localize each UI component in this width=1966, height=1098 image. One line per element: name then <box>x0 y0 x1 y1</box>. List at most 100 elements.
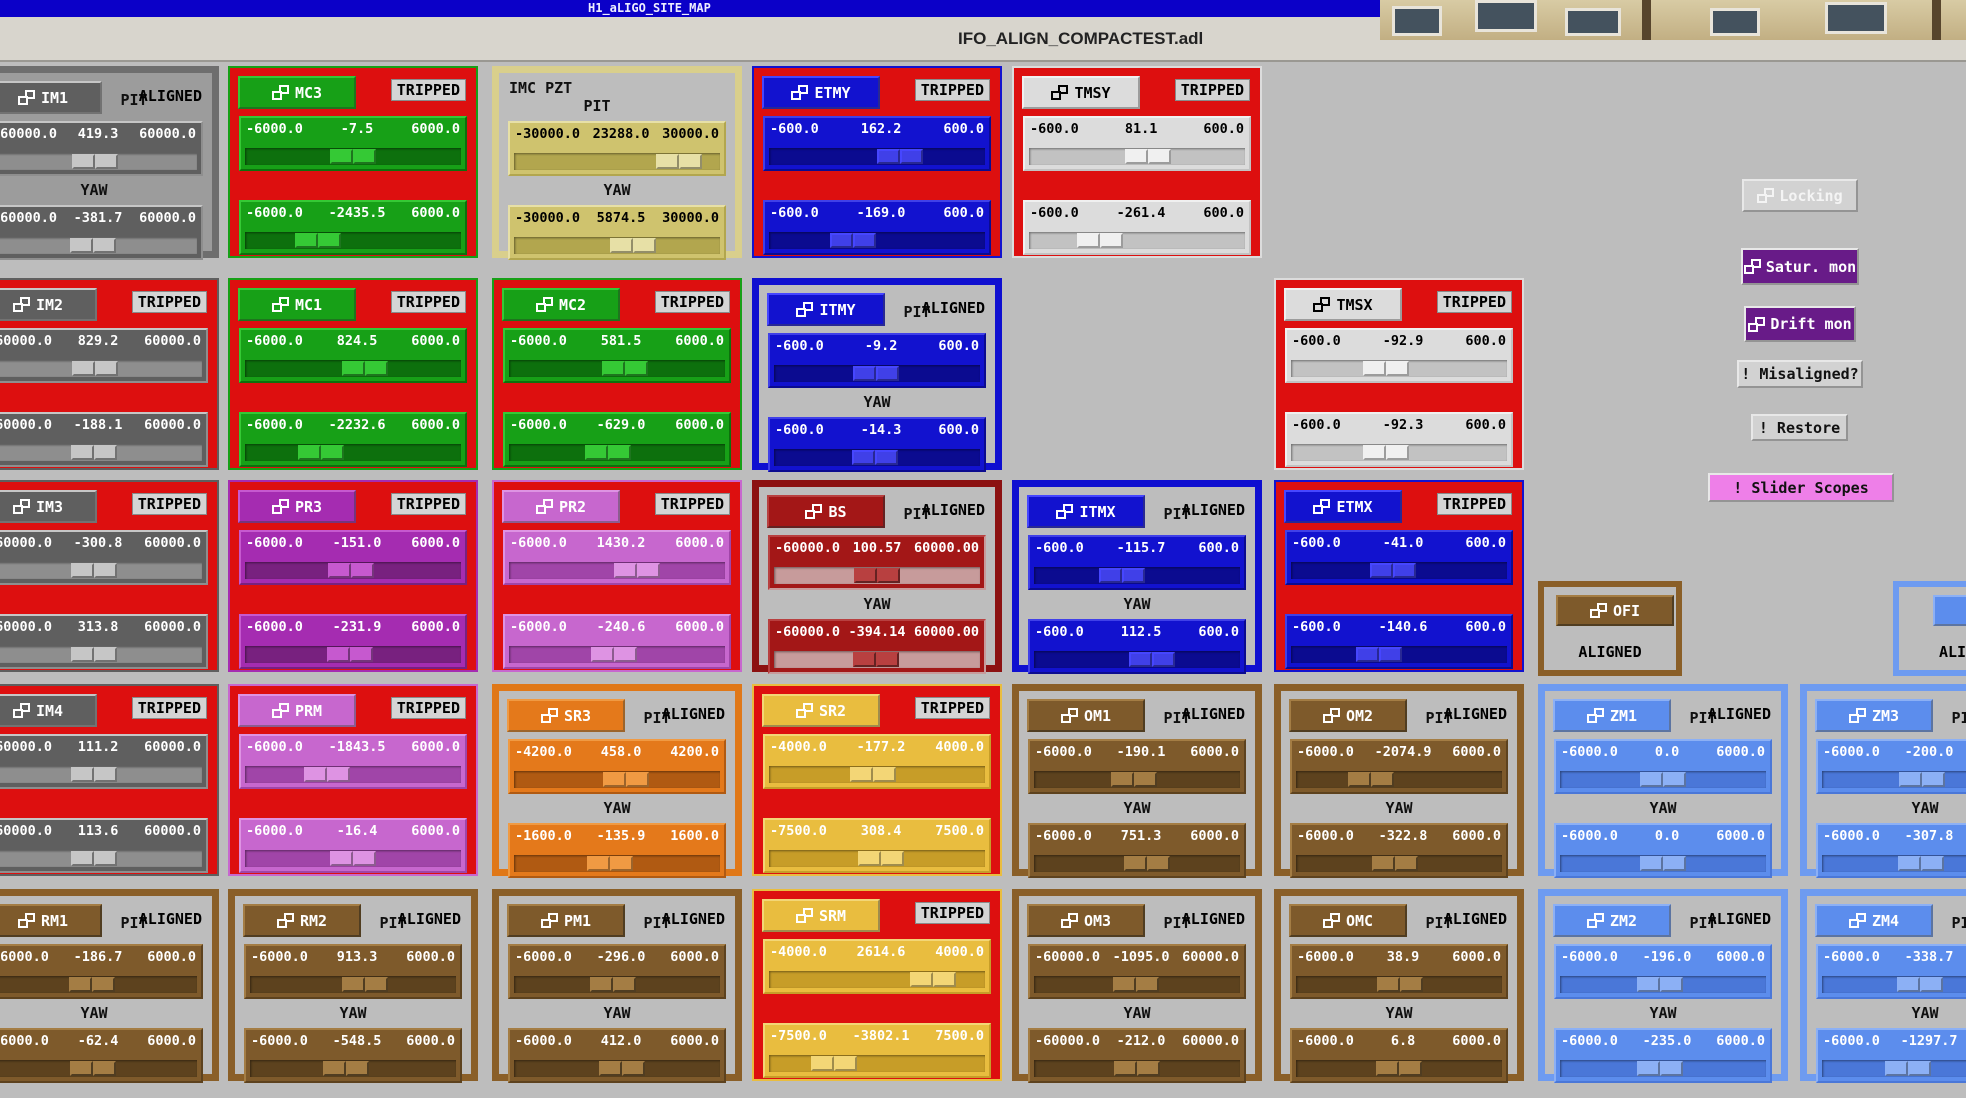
zm1-yaw-slider[interactable]: -6000.00.06000.0 <box>1554 823 1772 878</box>
pr3-button[interactable]: PR3 <box>238 490 356 523</box>
zm4-button[interactable]: ZM4 <box>1815 904 1933 937</box>
slider-track[interactable] <box>0 360 202 377</box>
pr2-yaw-slider[interactable]: -6000.0-240.66000.0 <box>503 614 731 669</box>
om3-yaw-slider[interactable]: -60000.0-212.060000.0 <box>1028 1028 1246 1083</box>
zm4-pit-slider[interactable]: -6000.0-338.76000.0 <box>1816 944 1966 999</box>
slider-handle[interactable] <box>1376 1061 1422 1076</box>
tmsy-pit-slider[interactable]: -600.081.1600.0 <box>1023 116 1251 171</box>
mc3-button[interactable]: MC3 <box>238 76 356 109</box>
slider-handle[interactable] <box>1363 361 1409 376</box>
slider-track[interactable] <box>769 232 985 249</box>
slider-track[interactable] <box>514 237 720 254</box>
slider-handle[interactable] <box>1640 772 1686 787</box>
im1-button[interactable]: IM1 <box>0 81 102 114</box>
slider-handle[interactable] <box>591 647 637 662</box>
slider-handle[interactable] <box>330 851 376 866</box>
slider-track[interactable] <box>509 646 725 663</box>
slider-handle[interactable] <box>1372 856 1418 871</box>
slider-track[interactable] <box>0 153 197 170</box>
pr3-yaw-slider[interactable]: -6000.0-231.96000.0 <box>239 614 467 669</box>
im1-pit-slider[interactable]: -60000.0419.360000.0 <box>0 121 203 176</box>
om1-button[interactable]: OM1 <box>1027 699 1145 732</box>
etmy-yaw-slider[interactable]: -600.0-169.0600.0 <box>763 200 991 255</box>
sr3-button[interactable]: SR3 <box>507 699 625 732</box>
mc3-yaw-slider[interactable]: -6000.0-2435.56000.0 <box>239 200 467 255</box>
slider-handle[interactable] <box>910 972 956 987</box>
rm2-yaw-slider[interactable]: -6000.0-548.56000.0 <box>244 1028 462 1083</box>
slider-track[interactable] <box>1291 646 1507 663</box>
slider-handle[interactable] <box>1125 149 1171 164</box>
slider-handle[interactable] <box>69 977 115 992</box>
slider-handle[interactable] <box>71 851 117 866</box>
bs-pit-slider[interactable]: -60000.0100.5760000.00 <box>768 535 986 590</box>
pr2-pit-slider[interactable]: -6000.01430.26000.0 <box>503 530 731 585</box>
zm3-yaw-slider[interactable]: -6000.0-307.86000.0 <box>1816 823 1966 878</box>
slider-handle[interactable] <box>830 233 876 248</box>
slider-track[interactable] <box>769 971 985 988</box>
slider-track[interactable] <box>245 360 461 377</box>
mc2-yaw-slider[interactable]: -6000.0-629.06000.0 <box>503 412 731 467</box>
slider-track[interactable] <box>514 855 720 872</box>
slider-track[interactable] <box>0 976 197 993</box>
mc2-pit-slider[interactable]: -6000.0581.56000.0 <box>503 328 731 383</box>
pr3-pit-slider[interactable]: -6000.0-151.06000.0 <box>239 530 467 585</box>
slider-handle[interactable] <box>298 445 344 460</box>
drift-mon-button[interactable]: Drift mon <box>1744 306 1856 342</box>
slider-handle[interactable] <box>295 233 341 248</box>
imc-pzt-yaw-slider[interactable]: -30000.05874.530000.0 <box>508 205 726 260</box>
slider-handle[interactable] <box>323 1061 369 1076</box>
slider-handle[interactable] <box>1637 977 1683 992</box>
slider-track[interactable] <box>769 148 985 165</box>
slider-handle[interactable] <box>811 1056 857 1071</box>
slider-track[interactable] <box>1296 1060 1502 1077</box>
rm1-pit-slider[interactable]: -6000.0-186.76000.0 <box>0 944 203 999</box>
slider-track[interactable] <box>514 771 720 788</box>
itmx-button[interactable]: ITMX <box>1027 495 1145 528</box>
slider-handle[interactable] <box>327 647 373 662</box>
prm-button[interactable]: PRM <box>238 694 356 727</box>
mc3-pit-slider[interactable]: -6000.0-7.56000.0 <box>239 116 467 171</box>
slider-track[interactable] <box>1034 651 1240 668</box>
itmx-yaw-slider[interactable]: -600.0112.5600.0 <box>1028 619 1246 674</box>
slider-track[interactable] <box>245 850 461 867</box>
slider-handle[interactable] <box>1363 445 1409 460</box>
zm2-yaw-slider[interactable]: -6000.0-235.06000.0 <box>1554 1028 1772 1083</box>
im4-pit-slider[interactable]: -60000.0111.260000.0 <box>0 734 208 789</box>
sr2-pit-slider[interactable]: -4000.0-177.24000.0 <box>763 734 991 789</box>
tmsy-yaw-slider[interactable]: -600.0-261.4600.0 <box>1023 200 1251 255</box>
slider-track[interactable] <box>1034 771 1240 788</box>
slider-handle[interactable] <box>1637 1061 1683 1076</box>
etmx-yaw-slider[interactable]: -600.0-140.6600.0 <box>1285 614 1513 669</box>
slider-handle[interactable] <box>850 767 896 782</box>
etmy-button[interactable]: ETMY <box>762 76 880 109</box>
tmsy-button[interactable]: TMSY <box>1022 76 1140 109</box>
slider-track[interactable] <box>774 365 980 382</box>
bs-yaw-slider[interactable]: -60000.0-394.1460000.00 <box>768 619 986 674</box>
slider-track[interactable] <box>0 766 202 783</box>
slider-track[interactable] <box>1560 771 1766 788</box>
slider-handle[interactable] <box>603 772 649 787</box>
slider-scopes-button[interactable]: ! Slider Scopes <box>1708 473 1894 502</box>
slider-handle[interactable] <box>70 238 116 253</box>
slider-handle[interactable] <box>1899 772 1945 787</box>
slider-handle[interactable] <box>1077 233 1123 248</box>
zm3-button[interactable]: ZM3 <box>1815 699 1933 732</box>
zm1-button[interactable]: ZM1 <box>1553 699 1671 732</box>
restore-button[interactable]: ! Restore <box>1751 414 1848 441</box>
unnamed-button[interactable] <box>1933 595 1966 626</box>
sr3-pit-slider[interactable]: -4200.0458.04200.0 <box>508 739 726 794</box>
slider-handle[interactable] <box>72 361 118 376</box>
slider-handle[interactable] <box>602 361 648 376</box>
sr2-button[interactable]: SR2 <box>762 694 880 727</box>
slider-handle[interactable] <box>614 563 660 578</box>
slider-track[interactable] <box>1291 444 1507 461</box>
slider-handle[interactable] <box>585 445 631 460</box>
pm1-button[interactable]: PM1 <box>507 904 625 937</box>
slider-track[interactable] <box>1822 771 1966 788</box>
slider-track[interactable] <box>1296 976 1502 993</box>
slider-track[interactable] <box>774 651 980 668</box>
slider-track[interactable] <box>0 444 202 461</box>
slider-handle[interactable] <box>1370 563 1416 578</box>
slider-handle[interactable] <box>854 568 900 583</box>
rm2-pit-slider[interactable]: -6000.0913.36000.0 <box>244 944 462 999</box>
